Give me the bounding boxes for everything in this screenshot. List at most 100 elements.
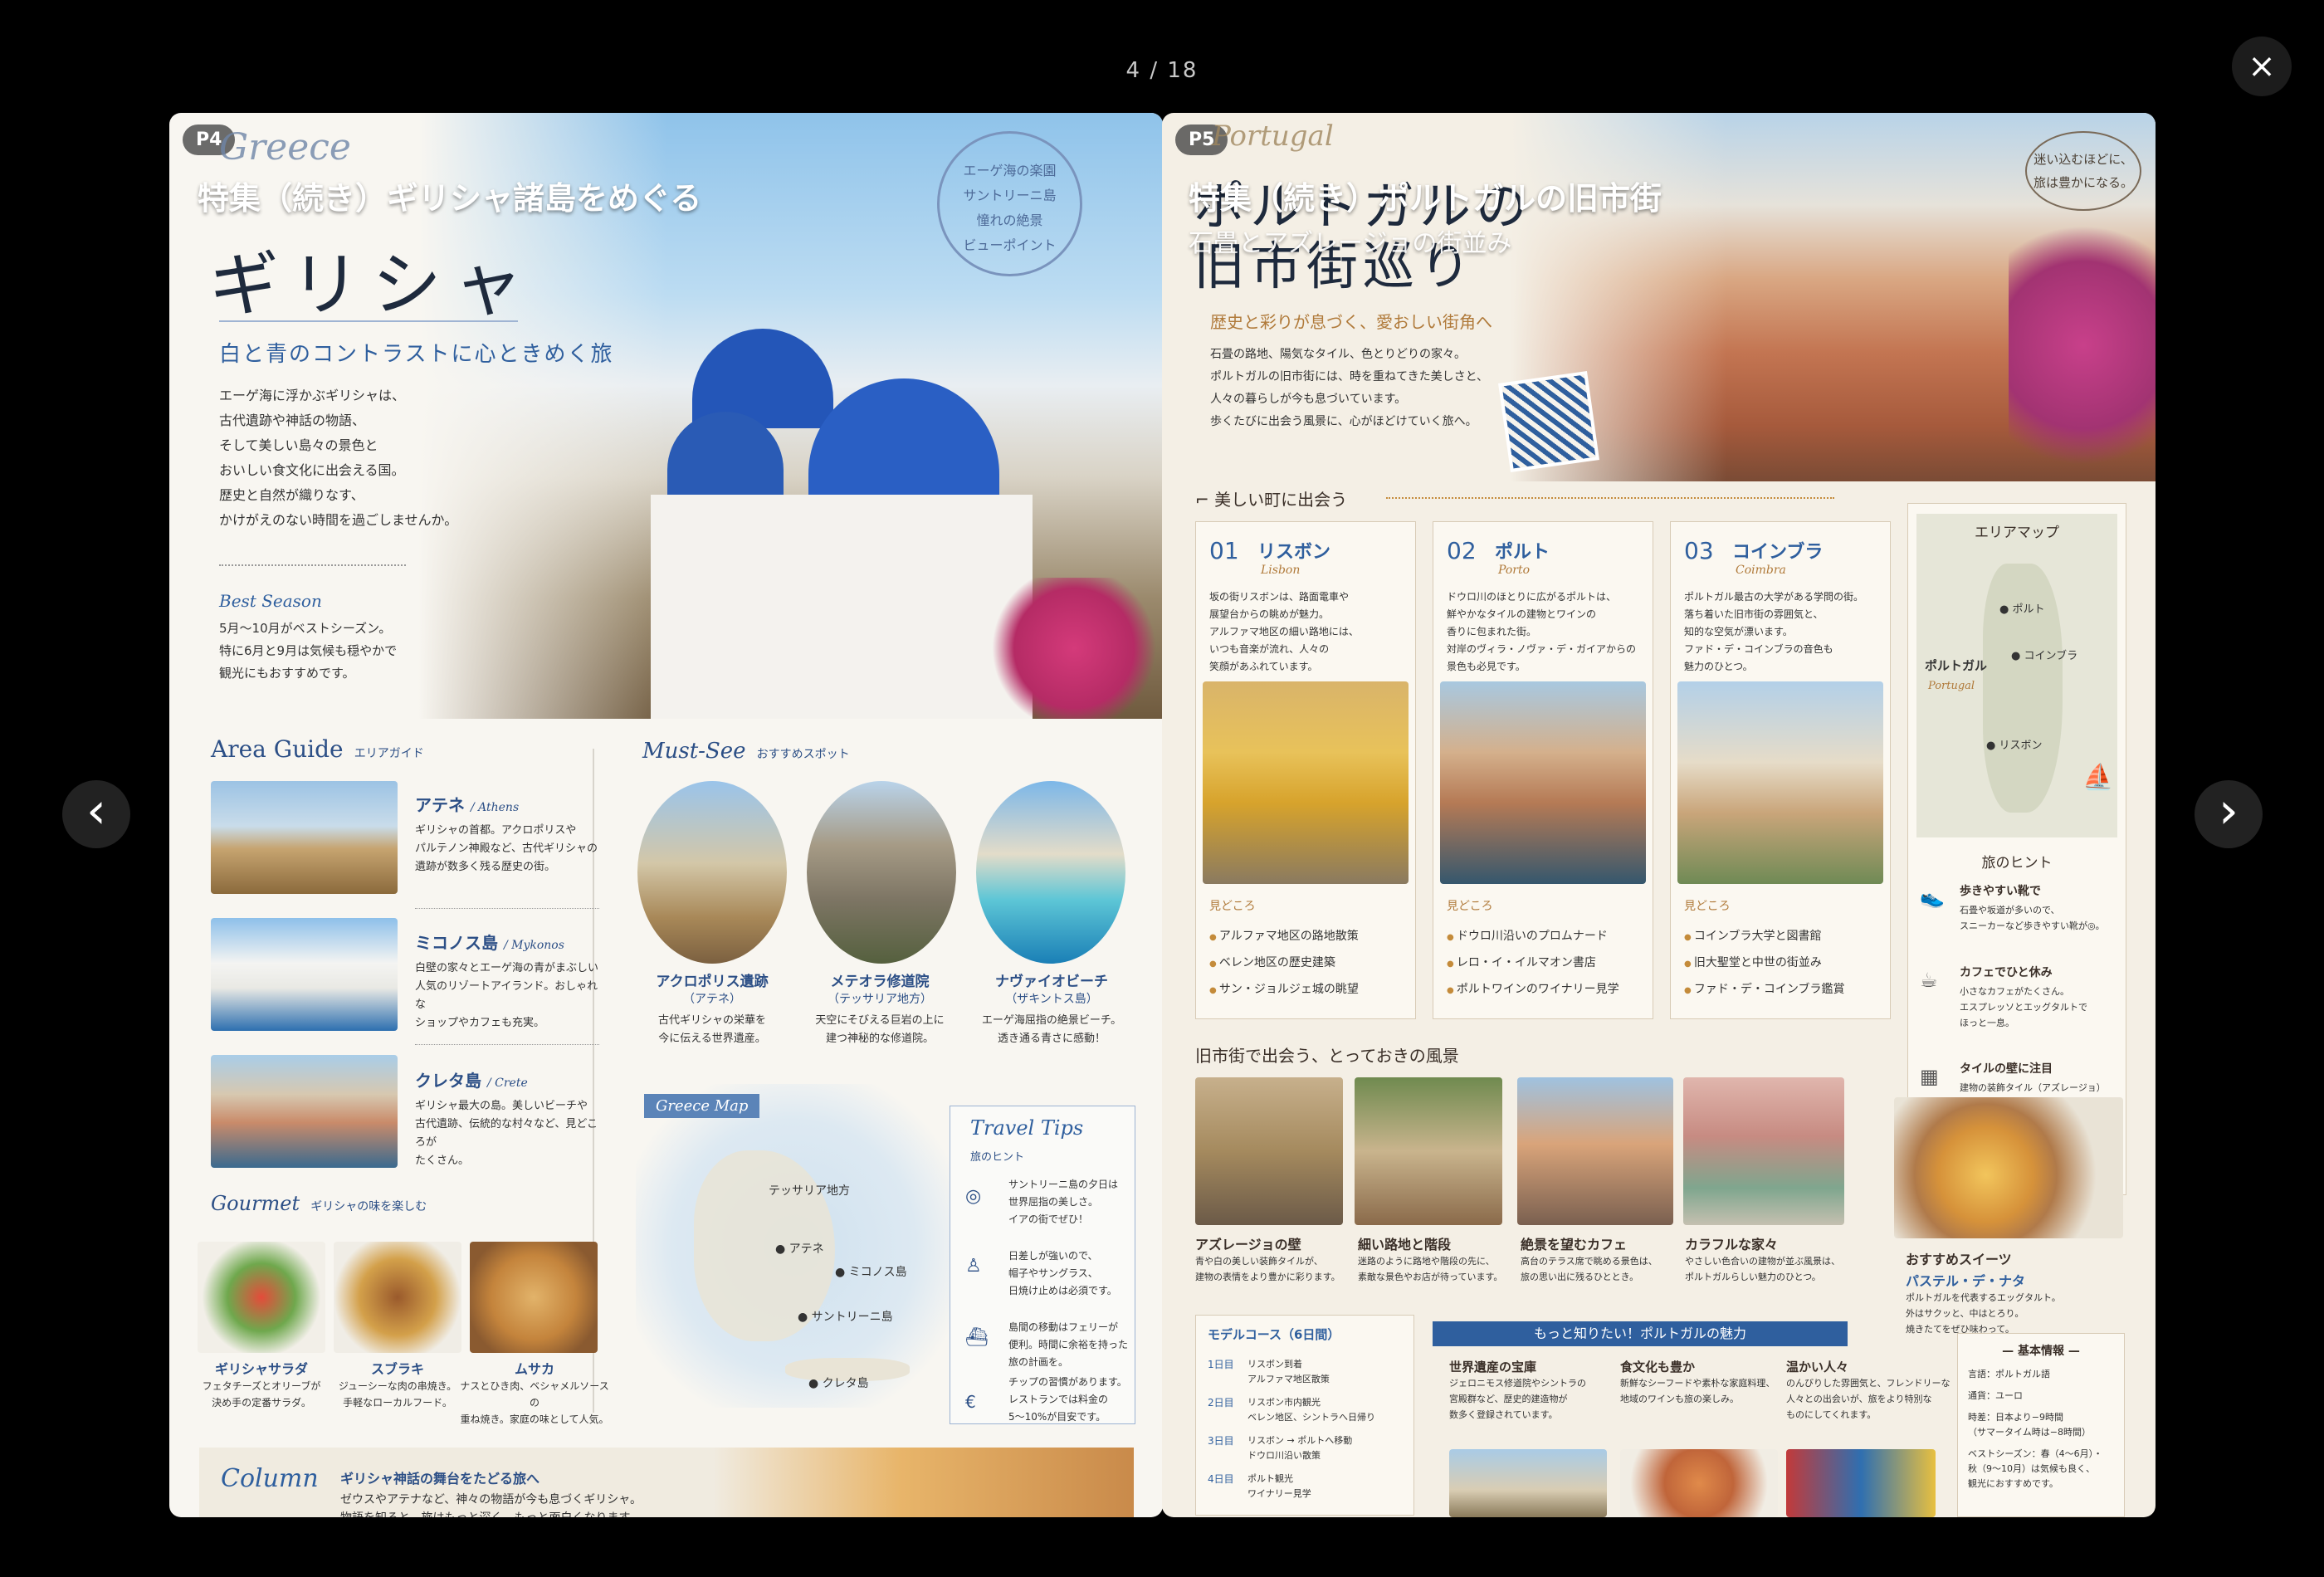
hint-text: 小さなカフェがたくさん。 エスプレッソとエッグタルトで ほっと一息。 [1960, 986, 2087, 1028]
more-item-text: のんびりした雰囲気と、フレンドリーな 人々との出会いが、旅をより特別な ものにし… [1786, 1378, 1950, 1420]
more-item: 世界遺産の宝庫 ジェロニモス修道院やシントラの 宮殿群など、歴史的建造物が 数多… [1449, 1358, 1615, 1423]
area-map-title: エリアマップ [1975, 525, 2059, 541]
page-subtitle: 白と青のコントラストに心ときめく旅 [219, 342, 614, 367]
stamp: 迷い込むほどに、 旅は豊かになる。 [2025, 131, 2141, 211]
camera-icon: ◎ [965, 1186, 982, 1207]
spot-item: 旧大聖堂と中世の街並み [1684, 950, 1845, 977]
town-name: コインブラ [1732, 542, 1824, 563]
acropolis-photo [637, 781, 787, 964]
area-guide-header: Area Guide エリアガイド [211, 735, 424, 763]
page-p4: P4 Greece 特集（続き）ギリシャ諸島をめぐる エーゲ海の楽園 サントリー… [169, 113, 1163, 1517]
scene-item: カラフルな家々 やさしい色合いの建物が並ぶ風景は、 ポルトガルらしい魅力のひとつ… [1685, 1233, 1859, 1285]
must-see-header: Must-See おすすめスポット [642, 739, 850, 764]
must-see-item-text: 古代ギリシャの栄華を 今に伝える世界遺産。 [657, 1014, 766, 1045]
scene-item: 絶景を望むカフェ 高台のテラス席で眺める景色は、 旅の思い出に残るひととき。 [1521, 1233, 1678, 1285]
spot-item: ベレン地区の歴史建築 [1209, 950, 1359, 977]
basic-info-title: — 基本情報 — [2002, 1345, 2080, 1358]
page-overlay-title: 特集（続き）ギリシャ諸島をめぐる [198, 180, 702, 217]
script-title: Greece [219, 126, 351, 168]
map-label: ● サントリーニ島 [798, 1311, 893, 1324]
spots-label: 見どころ [1209, 900, 1256, 913]
area-item-text: 白壁の家々とエーゲ海の青がまぶしい 人気のリゾートアイランド。おしゃれな ショッ… [415, 962, 599, 1029]
travel-tip-text: チップの習慣があります。 レストランでは料金の 5〜10%が目安です。 [1008, 1376, 1127, 1423]
gourmet-item: ギリシャサラダ フェタチーズとオリーブが 決め手の定番サラダ。 [198, 1358, 325, 1411]
basic-info-row: 時差：日本より−9時間 （サマータイム時は−8時間） [1968, 1412, 2091, 1438]
area-guide-title: Area Guide [211, 735, 344, 763]
travel-tip-text: 日差しが強いので、 帽子やサングラス、 日焼け止めは必須です。 [1008, 1250, 1117, 1296]
map-city-label: ● コインブラ [2011, 650, 2078, 662]
column-heading: ギリシャ神話の舞台をたどる旅へ [340, 1471, 540, 1487]
chevron-right-icon: › [2219, 782, 2239, 840]
map-label: ● クレタ島 [808, 1377, 869, 1390]
gourmet-header: Gourmet ギリシャの味を楽しむ [211, 1192, 427, 1215]
town-name-en: Coimbra [1736, 564, 1786, 577]
area-map: エリアマップ ● ポルト ● コインブラ ● リスボン ポルトガル Portug… [1916, 514, 2117, 837]
gourmet-item-text: ジューシーな肉の串焼き。 手軽なローカルフード。 [338, 1380, 457, 1409]
spots-label: 見どころ [1684, 900, 1731, 913]
shirt-icon: ♙ [965, 1256, 982, 1277]
coimbra-photo [1677, 681, 1883, 884]
more-title: もっと知りたい！ポルトガルの魅力 [1433, 1321, 1848, 1346]
gourmet-item: スブラキ ジューシーな肉の串焼き。 手軽なローカルフード。 [334, 1358, 461, 1411]
town-text: ドウロ川のほとりに広がるポルトは、 鮮やかなタイルの建物とワインの 香りに包まれ… [1447, 591, 1637, 672]
more-item-heading: 温かい人々 [1786, 1360, 1849, 1374]
scene-item: アズレージョの壁 青や白の美しい装飾タイルが、 建物の表情をより豊かに彩ります。 [1195, 1233, 1350, 1285]
basic-info-row: 言語：ポルトガル語 [1968, 1369, 2050, 1379]
must-see-item-text: 天空にそびえる巨岩の上に 建つ神秘的な修道院。 [815, 1014, 945, 1045]
course-day: 1日目 リスボン到着 アルファマ地区散策 [1208, 1359, 1330, 1384]
intro-text: エーゲ海に浮かぶギリシャは、 古代遺跡や神話の物語、 そして美しい島々の景色と … [219, 388, 458, 528]
greece-map: Greece Map テッサリア地方 ● アテネ ● ミコノス島 ● サントリー… [636, 1084, 951, 1408]
ship-icon: ⛵ [2082, 763, 2114, 792]
map-city-label: ● リスボン [1986, 740, 2043, 752]
town-text: 坂の街リスボンは、路面電車や 展望台からの眺めが魅力。 アルファマ地区の細い路地… [1209, 591, 1359, 672]
scene-name: 細い路地と階段 [1358, 1237, 1452, 1252]
gourmet-item-text: フェタチーズとオリーブが 決め手の定番サラダ。 [202, 1380, 321, 1409]
spot-item: ファド・デ・コインブラ鑑賞 [1684, 977, 1845, 1003]
town-name: ポルト [1495, 542, 1550, 563]
scene-name: 絶景を望むカフェ [1521, 1237, 1628, 1252]
town-card: 03 コインブラ Coimbra ポルトガル最古の大学がある学問の街。 落ち着い… [1670, 521, 1891, 1019]
spot-item: ポルトワインのワイナリー見学 [1447, 977, 1619, 1003]
azulejo-wall-photo [1195, 1077, 1343, 1225]
page-title: ギリシャ [209, 244, 535, 325]
tile-icon: ▦ [1920, 1065, 1939, 1088]
souvlaki-photo [334, 1242, 461, 1353]
scene-text: 青や白の美しい装飾タイルが、 建物の表情をより豊かに彩ります。 [1195, 1256, 1340, 1282]
area-item-name: アテネ / Athens [415, 795, 520, 815]
section-heading: ⌐ 美しい町に出会う [1195, 490, 1348, 510]
hint-text: 石畳や坂道が多いので、 スニーカーなど歩きやすい靴が◎。 [1960, 905, 2105, 931]
athens-photo [211, 781, 398, 894]
must-see-item-place: （ザキントス島） [1005, 993, 1098, 1006]
area-guide-subtitle: エリアガイド [354, 747, 424, 760]
must-see-item-place: （アテネ） [683, 993, 741, 1006]
alley-photo [1355, 1077, 1502, 1225]
divider [1386, 497, 1834, 499]
close-button[interactable]: × [2232, 37, 2292, 96]
ferry-icon: ⛴ [965, 1327, 989, 1348]
next-page-button[interactable]: › [2195, 780, 2263, 848]
must-see-item-name: メテオラ修道院 [830, 974, 930, 990]
map-country-label-en: Portugal [1928, 680, 1975, 692]
porto-photo [1440, 681, 1646, 884]
divider [415, 908, 599, 909]
page-counter: 4 / 18 [1125, 58, 1199, 83]
moussaka-photo [470, 1242, 598, 1353]
scene-text: 迷路のように路地や階段の先に、 素敵な景色やお店が待っています。 [1358, 1256, 1503, 1282]
map-title: Greece Map [644, 1094, 760, 1118]
spot-item: レロ・イ・イルマオン書店 [1447, 950, 1619, 977]
navagio-beach-photo [976, 781, 1125, 964]
more-item-text: 新鮮なシーフードや素朴な家庭料理、 地域のワインも旅の楽しみ。 [1620, 1378, 1775, 1404]
azulejo-tile [1498, 371, 1599, 472]
must-see-item-place: （テッサリア地方） [828, 993, 932, 1006]
mykonos-photo [211, 918, 398, 1031]
model-course-title: モデルコース（6日間） [1208, 1327, 1340, 1342]
column-title: Column [221, 1464, 319, 1493]
spot-item: アルファマ地区の路地散策 [1209, 924, 1359, 950]
spot-item: ドウロ川沿いのプロムナード [1447, 924, 1619, 950]
section-heading: 旧市街で出会う、とっておきの風景 [1195, 1046, 1459, 1066]
people-photo [1786, 1449, 1936, 1517]
travel-tips-subtitle: 旅のヒント [970, 1151, 1025, 1164]
previous-page-button[interactable]: ‹ [62, 780, 130, 848]
more-item: 食文化も豊か 新鮮なシーフードや素朴な家庭料理、 地域のワインも旅の楽しみ。 [1620, 1358, 1786, 1407]
scene-name: アズレージョの壁 [1195, 1237, 1301, 1252]
